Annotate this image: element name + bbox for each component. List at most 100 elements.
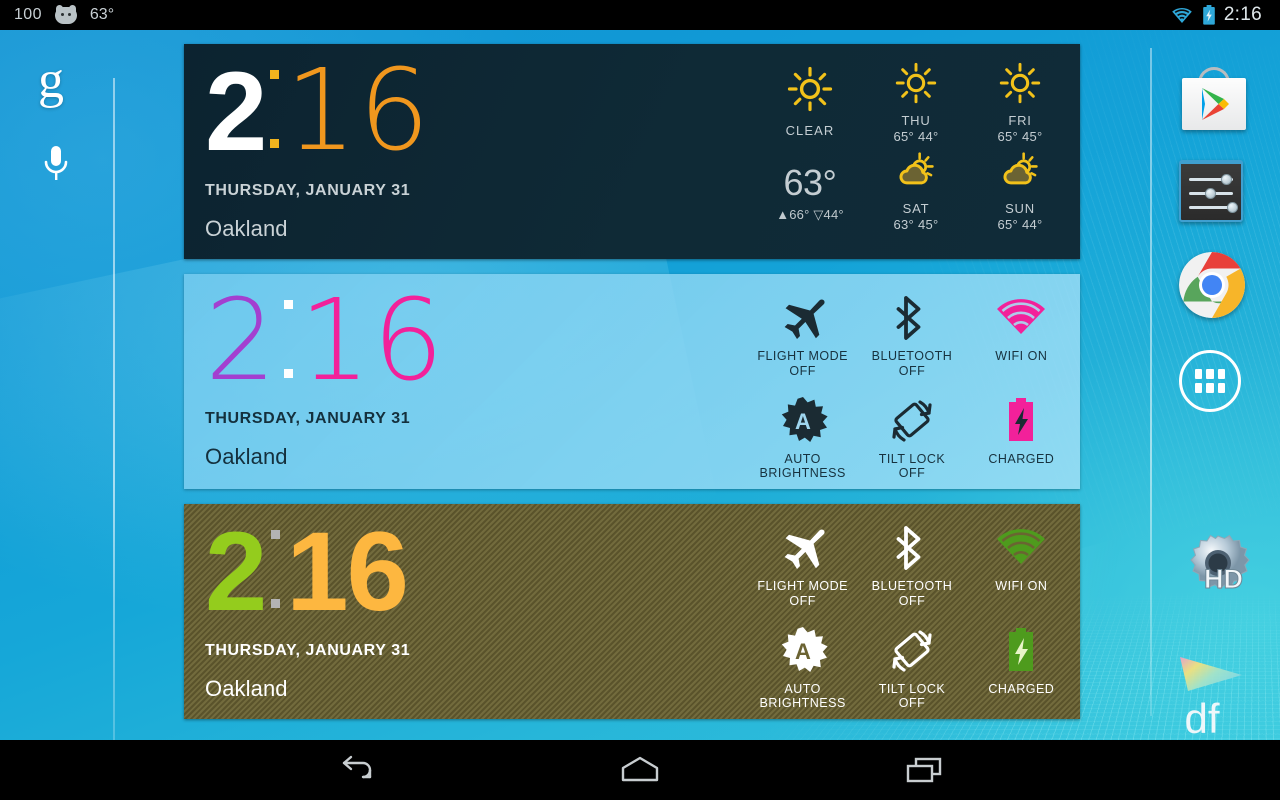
widget3-clock: 2 16 — [205, 509, 744, 634]
widget3-city: Oakland — [205, 675, 288, 701]
toggle-battery-label: CHARGED — [967, 682, 1076, 697]
widget-toggles-dark[interactable]: 2 16 THURSDAY, JANUARY 31 Oakland FLIGHT… — [184, 504, 1080, 719]
toggle-tilt-lock-label: TILT LOCK OFF — [857, 682, 966, 712]
widget3-clock-area[interactable]: 2 16 THURSDAY, JANUARY 31 Oakland — [184, 504, 744, 719]
google-search-button[interactable]: g — [38, 55, 78, 111]
widget1-minute: 16 — [285, 46, 432, 176]
forecast-low: 45° — [1021, 129, 1043, 144]
toggle-battery[interactable]: CHARGED — [967, 623, 1076, 712]
wifi-icon — [967, 520, 1076, 576]
toggle-auto-brightness[interactable]: A AUTO BRIGHTNESS — [748, 393, 857, 482]
airplane-icon — [748, 520, 857, 576]
forecast-day-label: FRI — [1008, 113, 1032, 128]
label-line1: BLUETOOTH — [871, 349, 953, 363]
weather-condition: CLEAR — [785, 123, 835, 138]
toggle-tilt-lock-label: TILT LOCK OFF — [857, 452, 966, 482]
settings-icon[interactable] — [1179, 160, 1251, 232]
widget2-clock-area[interactable]: 2 16 THURSDAY, JANUARY 31 Oakland — [184, 274, 744, 489]
navigation-bar — [0, 740, 1280, 800]
widget3-colon — [271, 530, 281, 608]
label-line2: OFF — [789, 363, 816, 378]
widget2-colon — [284, 300, 294, 378]
label-line1: FLIGHT MODE — [757, 579, 849, 593]
forecast-day-label: SAT — [902, 201, 930, 216]
widget-toggles-light[interactable]: 2 16 THURSDAY, JANUARY 31 Oakland FLIGHT… — [184, 274, 1080, 489]
toggle-bluetooth[interactable]: BLUETOOTH OFF — [857, 290, 966, 379]
toggle-wifi-label: WIFI ON — [967, 579, 1076, 594]
toggle-auto-brightness[interactable]: A AUTO BRIGHTNESS — [748, 623, 857, 712]
label-line2: OFF — [789, 593, 816, 608]
toggle-wifi[interactable]: WIFI ON — [967, 290, 1076, 379]
widget2-date: THURSDAY, JANUARY 31 — [205, 409, 411, 427]
hd-label: HD — [1204, 564, 1243, 594]
widget3-toggle-area: FLIGHT MODE OFF BLUETOOTH OFF WIFI ON A … — [744, 504, 1080, 719]
label-line1: CHARGED — [988, 451, 1055, 466]
toggle-battery[interactable]: CHARGED — [967, 393, 1076, 482]
label-line1: CHARGED — [988, 681, 1055, 696]
label-line1: BLUETOOTH — [871, 579, 953, 593]
label-line1: FLIGHT MODE — [757, 349, 849, 363]
forecast-high: 63° — [893, 217, 915, 232]
widget3-minute: 16 — [286, 509, 409, 634]
back-button[interactable] — [324, 748, 388, 792]
status-bar: 100 63° 2:16 — [0, 0, 1280, 30]
forecast-low: 45° — [917, 217, 939, 232]
hd-gear-watermark: HD — [1174, 530, 1258, 610]
df-label: df — [1184, 695, 1219, 741]
forecast-low: 44° — [917, 129, 939, 144]
bluetooth-icon — [857, 520, 966, 576]
forecast-temps: 63° 45° — [864, 217, 968, 232]
toggle-tilt-lock[interactable]: TILT LOCK OFF — [857, 623, 966, 712]
forecast-temps: 65° 45° — [968, 129, 1072, 144]
weather-current-temp: 63° — [783, 162, 837, 203]
toggle-flight-mode[interactable]: FLIGHT MODE OFF — [748, 520, 857, 609]
voice-search-button[interactable] — [38, 142, 74, 186]
widget2-hour: 2 — [205, 276, 279, 406]
df-watermark: df — [1168, 645, 1264, 742]
toggle-tilt-lock[interactable]: TILT LOCK OFF — [857, 393, 966, 482]
toggle-bluetooth[interactable]: BLUETOOTH OFF — [857, 520, 966, 609]
recents-button[interactable] — [892, 748, 956, 792]
partly-cloudy-icon — [864, 150, 968, 197]
sun-icon — [864, 62, 968, 109]
search-column: g — [0, 30, 115, 746]
auto-brightness-icon: A — [748, 623, 857, 679]
label-line2: BRIGHTNESS — [759, 696, 846, 711]
toggle-wifi[interactable]: WIFI ON — [967, 520, 1076, 609]
widget3-hour: 2 — [205, 509, 267, 634]
play-store-icon[interactable] — [1179, 66, 1251, 138]
divider-left — [113, 78, 115, 746]
toggle-bluetooth-label: BLUETOOTH OFF — [857, 579, 966, 609]
toggle-bluetooth-label: BLUETOOTH OFF — [857, 349, 966, 379]
label-line1: AUTO — [784, 451, 821, 466]
label-line2: BRIGHTNESS — [759, 466, 846, 481]
battery-percent-text: 100 — [14, 6, 42, 23]
status-bar-left: 100 63° — [14, 5, 114, 24]
wifi-icon — [967, 290, 1076, 346]
home-button[interactable] — [608, 748, 672, 792]
widget2-toggle-area: FLIGHT MODE OFF BLUETOOTH OFF WIFI ON A … — [744, 274, 1080, 489]
forecast-day-sat: SAT 63° 45° — [864, 144, 968, 232]
chrome-icon[interactable] — [1179, 252, 1251, 324]
widget1-clock-area[interactable]: 2 16 THURSDAY, JANUARY 31 Oakland — [184, 44, 744, 259]
forecast-temps: 65° 44° — [864, 129, 968, 144]
forecast-high: 65° — [997, 217, 1019, 232]
auto-brightness-icon: A — [748, 393, 857, 449]
status-clock-text: 2:16 — [1223, 4, 1262, 25]
app-drawer-icon[interactable] — [1179, 350, 1251, 422]
toggle-auto-brightness-label: AUTO BRIGHTNESS — [748, 452, 857, 482]
partly-cloudy-icon — [968, 150, 1072, 197]
bluetooth-icon — [857, 290, 966, 346]
widget1-weather-area[interactable]: CLEAR 63° ▲66° ▽44° THU 65° 44° FRI 65° … — [744, 44, 1080, 259]
widget-clock-weather[interactable]: 2 16 THURSDAY, JANUARY 31 Oakland CLEAR … — [184, 44, 1080, 259]
widget-stack: 2 16 THURSDAY, JANUARY 31 Oakland CLEAR … — [184, 44, 1080, 719]
label-line1: WIFI ON — [995, 349, 1048, 363]
forecast-high: 65° — [997, 129, 1019, 144]
label-line2: OFF — [898, 696, 926, 711]
toggle-wifi-label: WIFI ON — [967, 349, 1076, 364]
weather-current: CLEAR 63° ▲66° ▽44° — [756, 56, 864, 232]
widget1-colon — [270, 70, 280, 148]
toggle-flight-mode[interactable]: FLIGHT MODE OFF — [748, 290, 857, 379]
forecast-day-fri: FRI 65° 45° — [968, 56, 1072, 144]
label-line2: OFF — [898, 593, 926, 608]
